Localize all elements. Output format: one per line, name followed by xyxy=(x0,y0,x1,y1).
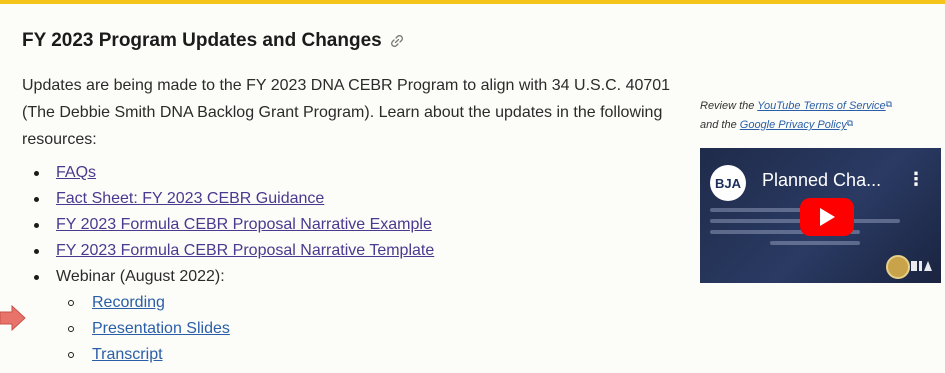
webinar-label: Webinar (August 2022): xyxy=(56,268,225,285)
resources-list: FAQs Fact Sheet: FY 2023 CEBR Guidance F… xyxy=(22,160,672,368)
external-link-icon: ⧉ xyxy=(846,118,854,128)
and-the-text: and the xyxy=(700,119,740,131)
webinar-sublist: Recording Presentation Slides Transcript xyxy=(56,290,672,368)
narrative-template-link[interactable]: FY 2023 Formula CEBR Proposal Narrative … xyxy=(56,242,434,259)
list-item: Presentation Slides xyxy=(56,316,672,342)
list-item: Transcript xyxy=(56,342,672,368)
transcript-link[interactable]: Transcript xyxy=(92,346,163,363)
list-item: Recording xyxy=(56,290,672,316)
webinar-item: Webinar (August 2022): Recording Present… xyxy=(22,264,672,368)
list-item: FY 2023 Formula CEBR Proposal Narrative … xyxy=(22,238,672,264)
faqs-link[interactable]: FAQs xyxy=(56,164,96,181)
play-icon xyxy=(820,208,835,226)
link-icon[interactable] xyxy=(390,34,404,48)
youtube-terms-link[interactable]: YouTube Terms of Service xyxy=(757,100,885,112)
list-item: FY 2023 Formula CEBR Proposal Narrative … xyxy=(22,212,672,238)
arrow-right-icon xyxy=(0,304,26,337)
narrative-example-link[interactable]: FY 2023 Formula CEBR Proposal Narrative … xyxy=(56,216,432,233)
recording-link[interactable]: Recording xyxy=(92,294,165,311)
google-privacy-link[interactable]: Google Privacy Policy xyxy=(740,119,847,131)
video-title[interactable]: Planned Cha... xyxy=(762,170,881,191)
section-title: FY 2023 Program Updates and Changes xyxy=(22,30,382,51)
section-heading: FY 2023 Program Updates and Changes xyxy=(22,30,404,52)
list-item: Fact Sheet: FY 2023 CEBR Guidance xyxy=(22,186,672,212)
accent-top-border xyxy=(0,0,945,4)
intro-paragraph: Updates are being made to the FY 2023 DN… xyxy=(22,77,671,148)
presentation-slides-link[interactable]: Presentation Slides xyxy=(92,320,230,337)
list-item: FAQs xyxy=(22,160,672,186)
youtube-video-embed[interactable]: BJA Planned Cha... ⋮ xyxy=(700,148,941,283)
external-link-icon: ⧉ xyxy=(885,99,893,109)
bja-logo-icon xyxy=(911,261,932,271)
doj-seal-icon xyxy=(886,255,910,279)
review-prefix-text: Review the xyxy=(700,100,758,112)
fact-sheet-link[interactable]: Fact Sheet: FY 2023 CEBR Guidance xyxy=(56,190,324,207)
play-button[interactable] xyxy=(800,198,854,236)
menu-dots-icon[interactable]: ⋮ xyxy=(907,170,925,188)
youtube-consent-note: Review the YouTube Terms of Service⧉ and… xyxy=(700,96,940,134)
channel-avatar[interactable]: BJA xyxy=(710,165,746,201)
program-updates-panel: FY 2023 Program Updates and Changes Upda… xyxy=(0,0,945,373)
